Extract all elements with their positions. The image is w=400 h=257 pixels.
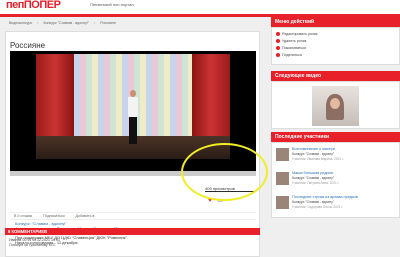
participant-item[interactable]: Воспоминание о матери Конкурс "Славим - … — [276, 146, 398, 168]
participant-avatar — [276, 172, 289, 185]
participants-title: Последние участники — [271, 132, 400, 142]
site-header: пепПОПЕР Пензенский поп-портал — [0, 0, 400, 14]
share-icon — [276, 53, 280, 58]
breadcrumb-separator-icon: › — [37, 21, 39, 25]
next-video-title: Следующее видео — [271, 71, 400, 81]
stage-curtain-left — [36, 54, 74, 136]
menu-item-share[interactable]: Поделиться — [276, 53, 302, 58]
participant-item[interactable]: Последние строки из архива предков Конку… — [276, 194, 398, 216]
next-video-panel — [271, 81, 400, 129]
next-video-thumbnail[interactable] — [312, 86, 359, 126]
delete-icon — [276, 39, 280, 44]
menu-item-edit[interactable]: Редактировать ролик — [276, 32, 317, 37]
comment-item: Иванов 00:11 10.12.2021 10:51 Голосую за… — [9, 238, 60, 247]
menu-item-report[interactable]: Пожаловаться — [276, 46, 306, 51]
comments-header: 8 КОММЕНТАРИЕВ — [5, 228, 260, 235]
edit-icon — [276, 32, 280, 37]
highlight-circle — [181, 143, 268, 201]
participant-avatar — [276, 196, 289, 209]
participants-list: Воспоминание о матери Конкурс "Славим - … — [271, 142, 400, 218]
video-actions: В 0 отзыва Подписаться Добавить в — [10, 212, 256, 220]
site-logo[interactable]: пепПОПЕР — [6, 0, 61, 11]
reviews-button[interactable]: В 0 отзыва — [14, 214, 32, 218]
add-to-button[interactable]: Добавить в — [76, 214, 95, 218]
breadcrumb-item[interactable]: Конкурс "Славим - вдохну!" — [43, 21, 89, 25]
breadcrumb-item: Россияне — [100, 21, 117, 25]
comment-text: Голосую за Гульнанову М.С. — [9, 242, 57, 247]
breadcrumb: Видеоконкурс › Конкурс "Славим - вдохну!… — [9, 20, 259, 27]
comment-meta: Иванов 00:11 10.12.2021 10:51 — [9, 238, 61, 242]
menu-title: Меню действий — [271, 17, 400, 27]
action-menu: Редактировать ролик Удалить ролик Пожало… — [271, 27, 400, 65]
breadcrumb-separator-icon: › — [94, 21, 96, 25]
page-title: Россияне — [10, 41, 46, 50]
report-icon — [276, 46, 280, 51]
sidebar: Меню действий Редактировать ролик Удалит… — [271, 17, 400, 257]
stage-curtain-right — [192, 54, 230, 136]
menu-item-delete[interactable]: Удалить ролик — [276, 39, 306, 44]
performer — [126, 90, 140, 144]
participant-avatar — [276, 148, 289, 161]
participant-item[interactable]: Маша большая родина Конкурс "Славим - вд… — [276, 170, 398, 192]
video-frame — [36, 54, 230, 159]
subscribe-button[interactable]: Подписаться — [43, 214, 65, 218]
site-tagline: Пензенский поп-портал — [90, 2, 134, 7]
breadcrumb-item[interactable]: Видеоконкурс — [9, 21, 32, 25]
